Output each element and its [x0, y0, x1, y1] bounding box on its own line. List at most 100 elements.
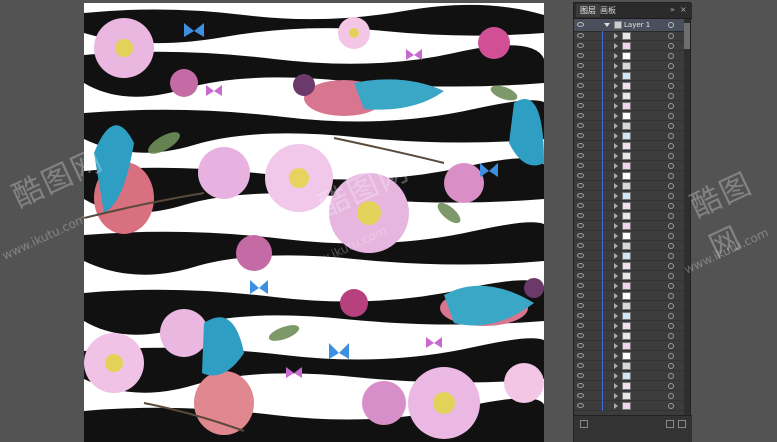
- expand-arrow-icon[interactable]: [614, 143, 618, 149]
- visibility-eye-icon[interactable]: [577, 153, 584, 158]
- expand-arrow-icon[interactable]: [614, 403, 618, 409]
- sublayer-row[interactable]: [574, 211, 684, 221]
- sublayer-row[interactable]: [574, 241, 684, 251]
- expand-arrow-icon[interactable]: [614, 83, 618, 89]
- target-circle-icon[interactable]: [668, 403, 674, 409]
- close-icon[interactable]: ×: [680, 5, 687, 15]
- sublayer-row[interactable]: [574, 251, 684, 261]
- delete-layer-icon[interactable]: [678, 420, 686, 428]
- target-circle-icon[interactable]: [668, 103, 674, 109]
- expand-arrow-icon[interactable]: [614, 363, 618, 369]
- expand-arrow-icon[interactable]: [614, 193, 618, 199]
- expand-arrow-icon[interactable]: [614, 63, 618, 69]
- sublayer-row[interactable]: [574, 121, 684, 131]
- target-circle-icon[interactable]: [668, 233, 674, 239]
- sublayer-row[interactable]: [574, 401, 684, 411]
- visibility-eye-icon[interactable]: [577, 383, 584, 388]
- target-circle-icon[interactable]: [668, 163, 674, 169]
- target-circle-icon[interactable]: [668, 93, 674, 99]
- sublayer-row[interactable]: [574, 131, 684, 141]
- expand-arrow-icon[interactable]: [614, 213, 618, 219]
- visibility-eye-icon[interactable]: [577, 133, 584, 138]
- target-circle-icon[interactable]: [668, 22, 674, 28]
- target-circle-icon[interactable]: [668, 353, 674, 359]
- expand-arrow-icon[interactable]: [614, 33, 618, 39]
- sublayer-row[interactable]: [574, 321, 684, 331]
- visibility-eye-icon[interactable]: [577, 43, 584, 48]
- sublayer-row[interactable]: [574, 291, 684, 301]
- sublayer-row[interactable]: [574, 281, 684, 291]
- target-circle-icon[interactable]: [668, 383, 674, 389]
- sublayer-row[interactable]: [574, 221, 684, 231]
- visibility-eye-icon[interactable]: [577, 393, 584, 398]
- expand-arrow-icon[interactable]: [614, 183, 618, 189]
- visibility-eye-icon[interactable]: [577, 103, 584, 108]
- expand-arrow-icon[interactable]: [614, 323, 618, 329]
- sublayer-row[interactable]: [574, 391, 684, 401]
- sublayer-row[interactable]: [574, 181, 684, 191]
- visibility-eye-icon[interactable]: [577, 22, 584, 27]
- expand-arrow-icon[interactable]: [614, 73, 618, 79]
- locate-object-icon[interactable]: [580, 420, 588, 428]
- expand-arrow-icon[interactable]: [614, 343, 618, 349]
- target-circle-icon[interactable]: [668, 393, 674, 399]
- expand-arrow-icon[interactable]: [614, 133, 618, 139]
- expand-arrow-icon[interactable]: [614, 263, 618, 269]
- expand-arrow-icon[interactable]: [614, 223, 618, 229]
- sublayer-row[interactable]: [574, 81, 684, 91]
- expand-arrow-icon[interactable]: [614, 373, 618, 379]
- target-circle-icon[interactable]: [668, 263, 674, 269]
- target-circle-icon[interactable]: [668, 363, 674, 369]
- expand-arrow-icon[interactable]: [614, 253, 618, 259]
- expand-arrow-icon[interactable]: [614, 303, 618, 309]
- target-circle-icon[interactable]: [668, 333, 674, 339]
- visibility-eye-icon[interactable]: [577, 283, 584, 288]
- expand-arrow-icon[interactable]: [614, 243, 618, 249]
- visibility-eye-icon[interactable]: [577, 53, 584, 58]
- visibility-eye-icon[interactable]: [577, 163, 584, 168]
- expand-arrow-icon[interactable]: [614, 203, 618, 209]
- expand-arrow-icon[interactable]: [614, 153, 618, 159]
- visibility-eye-icon[interactable]: [577, 253, 584, 258]
- new-layer-icon[interactable]: [666, 420, 674, 428]
- sublayer-row[interactable]: [574, 51, 684, 61]
- visibility-eye-icon[interactable]: [577, 183, 584, 188]
- visibility-eye-icon[interactable]: [577, 333, 584, 338]
- visibility-eye-icon[interactable]: [577, 363, 584, 368]
- expand-arrow-icon[interactable]: [614, 103, 618, 109]
- target-circle-icon[interactable]: [668, 33, 674, 39]
- visibility-eye-icon[interactable]: [577, 33, 584, 38]
- sublayer-row[interactable]: [574, 381, 684, 391]
- sublayer-row[interactable]: [574, 261, 684, 271]
- target-circle-icon[interactable]: [668, 123, 674, 129]
- visibility-eye-icon[interactable]: [577, 63, 584, 68]
- visibility-eye-icon[interactable]: [577, 273, 584, 278]
- sublayer-row[interactable]: [574, 361, 684, 371]
- expand-arrow-icon[interactable]: [614, 283, 618, 289]
- sublayer-row[interactable]: [574, 91, 684, 101]
- expand-arrow-icon[interactable]: [614, 353, 618, 359]
- sublayer-row[interactable]: [574, 371, 684, 381]
- visibility-eye-icon[interactable]: [577, 73, 584, 78]
- sublayer-row[interactable]: [574, 191, 684, 201]
- target-circle-icon[interactable]: [668, 373, 674, 379]
- sublayer-row[interactable]: [574, 351, 684, 361]
- sublayer-row[interactable]: [574, 341, 684, 351]
- sublayer-row[interactable]: [574, 161, 684, 171]
- sublayer-row[interactable]: [574, 171, 684, 181]
- target-circle-icon[interactable]: [668, 133, 674, 139]
- target-circle-icon[interactable]: [668, 303, 674, 309]
- sublayer-row[interactable]: [574, 301, 684, 311]
- artboard[interactable]: [84, 3, 544, 442]
- sublayer-row[interactable]: [574, 31, 684, 41]
- visibility-eye-icon[interactable]: [577, 123, 584, 128]
- visibility-eye-icon[interactable]: [577, 303, 584, 308]
- expand-arrow-icon[interactable]: [614, 43, 618, 49]
- sublayer-row[interactable]: [574, 271, 684, 281]
- visibility-eye-icon[interactable]: [577, 343, 584, 348]
- visibility-eye-icon[interactable]: [577, 403, 584, 408]
- target-circle-icon[interactable]: [668, 223, 674, 229]
- visibility-eye-icon[interactable]: [577, 243, 584, 248]
- target-circle-icon[interactable]: [668, 113, 674, 119]
- visibility-eye-icon[interactable]: [577, 113, 584, 118]
